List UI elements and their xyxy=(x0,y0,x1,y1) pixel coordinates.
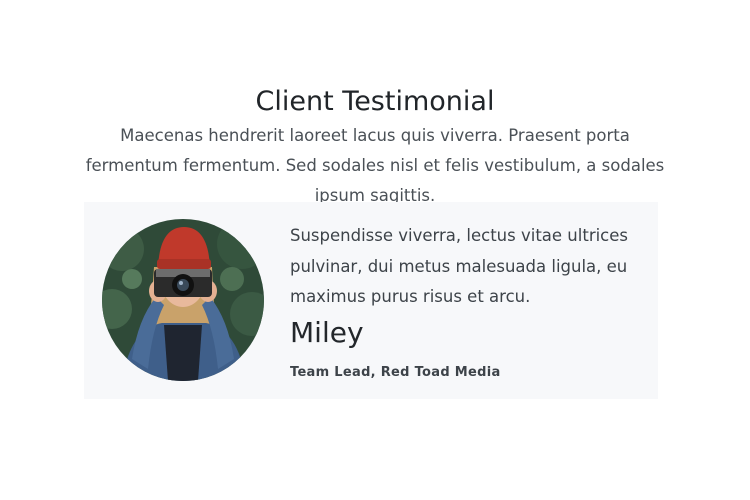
testimonial-quote: Suspendisse viverra, lectus vitae ultric… xyxy=(290,226,629,306)
client-role: Team Lead, Red Toad Media xyxy=(290,365,501,380)
testimonial-card: Suspendisse viverra, lectus vitae ultric… xyxy=(84,202,658,399)
section-heading: Client Testimonial xyxy=(255,86,495,117)
testimonial-section: Client Testimonial Maecenas hendrerit la… xyxy=(0,0,750,500)
client-photo-image xyxy=(102,219,264,381)
client-name: Miley xyxy=(290,316,364,349)
section-intro: Maecenas hendrerit laoreet lacus quis vi… xyxy=(85,126,665,205)
client-avatar xyxy=(102,219,264,381)
